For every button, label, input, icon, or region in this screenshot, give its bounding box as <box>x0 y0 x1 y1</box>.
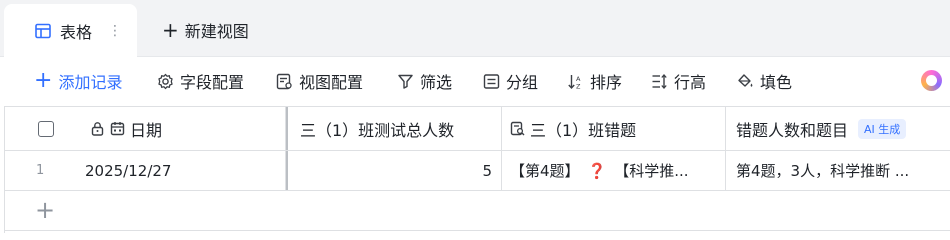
cell-wrong-questions[interactable]: 【第4题】 ❓ 【科学推... <box>502 151 726 190</box>
cell-date[interactable]: 2025/12/27 <box>79 151 286 190</box>
total-value: 5 <box>482 161 492 180</box>
column-header-date[interactable]: 日期 <box>79 107 286 150</box>
filter-label: 筛选 <box>420 73 453 92</box>
column-header-wrong-questions[interactable]: 三（1）班错题 <box>502 107 726 150</box>
sort-button[interactable]: AZ 排序 <box>567 69 622 93</box>
ai-summary-value: 第4题，3人，科学推断 ... <box>736 162 910 180</box>
group-icon <box>483 73 500 90</box>
view-config-label: 视图配置 <box>299 73 364 92</box>
column-header-label: 错题人数和题目 <box>736 120 849 140</box>
column-header-label: 三（1）班测试总人数 <box>300 120 455 140</box>
add-record-button[interactable]: + 添加记录 <box>34 69 122 93</box>
sort-icon: AZ <box>567 73 584 90</box>
column-header-label: 日期 <box>130 120 163 140</box>
add-record-label: 添加记录 <box>58 73 123 92</box>
lock-icon <box>90 121 105 136</box>
tab-label: 表格 <box>60 22 93 42</box>
group-label: 分组 <box>506 73 539 92</box>
calendar-icon <box>110 121 125 136</box>
row-height-button[interactable]: 行高 <box>651 69 706 93</box>
row-height-label: 行高 <box>674 73 707 92</box>
cell-ai-summary[interactable]: 第4题，3人，科学推断 ... <box>726 151 950 190</box>
field-config-label: 字段配置 <box>180 73 245 92</box>
row-height-icon <box>651 73 668 90</box>
fill-color-label: 填色 <box>760 73 793 92</box>
table-row[interactable]: 1 2025/12/27 5 【第4题】 ❓ 【科学推... 第4题，3人，科学… <box>5 151 950 191</box>
lookup-icon <box>510 121 525 136</box>
date-value: 2025/12/27 <box>85 161 172 180</box>
group-button[interactable]: 分组 <box>483 69 538 93</box>
filter-button[interactable]: 筛选 <box>397 69 452 93</box>
row-number: 1 <box>36 163 45 178</box>
cell-total[interactable]: 5 <box>286 151 502 190</box>
new-view-label: 新建视图 <box>184 22 249 41</box>
column-header-ai-summary[interactable]: 错题人数和题目 AI 生成 <box>726 107 950 150</box>
svg-text:Z: Z <box>576 82 581 90</box>
row-index-cell: 1 <box>5 151 79 190</box>
data-grid: 日期 三（1）班测试总人数 三（1）班错题 错题人数和题目 AI 生成 1 20… <box>4 106 950 233</box>
select-all-cell <box>5 107 79 150</box>
paint-bucket-icon <box>737 73 754 90</box>
column-header-total[interactable]: 三（1）班测试总人数 <box>286 107 502 150</box>
ai-assistant-icon[interactable] <box>921 70 942 91</box>
wrong-question-category: 【科学推... <box>614 162 689 180</box>
toolbar: + 添加记录 字段配置 视图配置 筛选 分组 AZ 排序 行高 填色 <box>0 57 950 106</box>
column-header-label: 三（1）班错题 <box>530 120 637 140</box>
grid-table-icon <box>35 23 51 39</box>
view-tab-bar: 表格 ⋮ + 新建视图 <box>0 0 950 57</box>
view-config-button[interactable]: 视图配置 <box>276 69 363 93</box>
select-all-checkbox[interactable] <box>38 120 54 137</box>
plus-icon: + <box>162 18 179 42</box>
ai-generated-badge: AI 生成 <box>858 118 907 139</box>
filter-icon <box>397 73 414 90</box>
header-row: 日期 三（1）班测试总人数 三（1）班错题 错题人数和题目 AI 生成 <box>5 106 950 151</box>
plus-icon: + <box>34 68 53 93</box>
add-row[interactable]: + <box>5 191 950 231</box>
add-row-plus-icon[interactable]: + <box>35 198 55 222</box>
new-view-button[interactable]: + 新建视图 <box>162 16 249 44</box>
gear-icon <box>157 73 174 90</box>
view-settings-icon <box>276 73 293 90</box>
more-options-icon[interactable]: ⋮ <box>108 23 122 39</box>
field-config-button[interactable]: 字段配置 <box>157 69 244 93</box>
wrong-question-tag: 【第4题】 <box>510 162 580 180</box>
tab-table-view[interactable]: 表格 ⋮ <box>4 4 137 57</box>
fill-color-button[interactable]: 填色 <box>737 69 792 93</box>
question-mark-icon: ❓ <box>587 161 607 180</box>
sort-label: 排序 <box>590 73 623 92</box>
